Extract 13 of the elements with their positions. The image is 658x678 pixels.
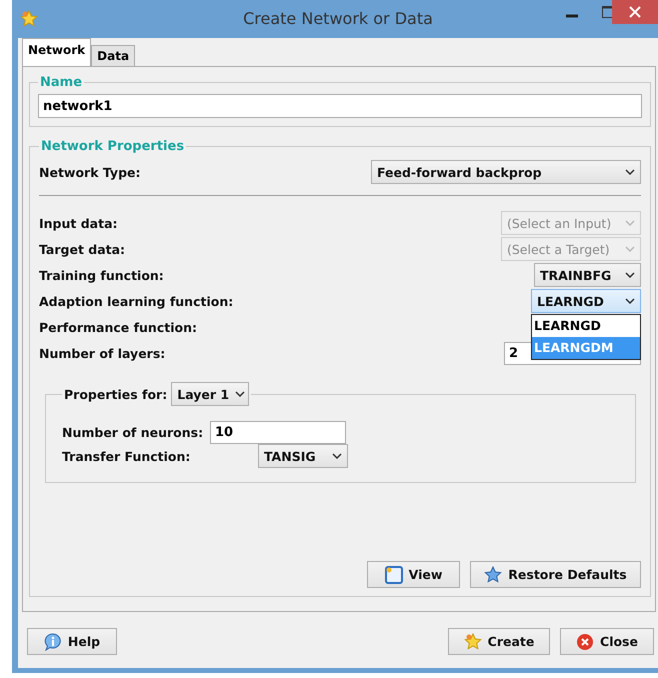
field-label: Performance function: xyxy=(39,320,197,334)
group-title: Network Properties xyxy=(40,139,186,154)
group-title: Name xyxy=(39,75,84,90)
field-label: Properties for: xyxy=(64,386,168,402)
window-title: Create Network or Data xyxy=(243,9,433,28)
field-label: Number of layers: xyxy=(39,346,166,360)
field-label: Network Type: xyxy=(39,164,140,180)
field-label: Transfer Function: xyxy=(62,448,192,464)
field-label: Adaption learning function: xyxy=(39,294,234,308)
field-label: Input data: xyxy=(39,216,118,230)
field-label: Number of neurons: xyxy=(62,424,204,440)
field-label: Training function: xyxy=(39,268,164,282)
field-label: Target data: xyxy=(39,242,126,256)
